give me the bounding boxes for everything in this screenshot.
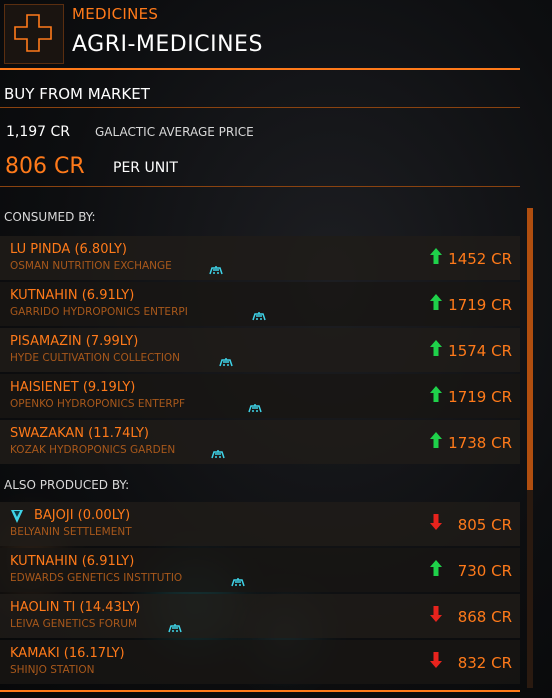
system-name: BAJOJI (0.00LY) <box>34 508 131 523</box>
faction-icon <box>166 618 184 637</box>
system-name: KAMAKI (16.17LY) <box>10 646 125 661</box>
price: 1574 CR <box>448 342 512 360</box>
galactic-average-value: 1,197 CR <box>6 124 71 140</box>
price: 730 CR <box>457 562 512 580</box>
current-system-icon <box>10 508 24 528</box>
system-name: KUTNAHIN (6.91LY) <box>10 288 135 303</box>
commodity-name: AGRI-MEDICINES <box>72 32 263 57</box>
system-row[interactable]: SWAZAKAN (11.74LY) KOZAK HYDROPONICS GARD… <box>0 420 520 464</box>
system-row[interactable]: HAOLIN TI (14.43LY) LEIVA GENETICS FORUM 8… <box>0 594 520 638</box>
medical-cross-icon <box>4 4 64 64</box>
station-name: SHINJO STATION <box>10 664 95 676</box>
galactic-average-label: GALACTIC AVERAGE PRICE <box>95 125 254 139</box>
faction-icon <box>217 352 235 371</box>
system-name: HAOLIN TI (14.43LY) <box>10 600 141 615</box>
system-row[interactable]: KAMAKI (16.17LY) SHINJO STATION 832 CR <box>0 640 520 684</box>
station-name: OSMAN NUTRITION EXCHANGE <box>10 260 172 272</box>
system-name: KUTNAHIN (6.91LY) <box>10 554 135 569</box>
unit-price: 806 CR <box>5 154 85 179</box>
system-row[interactable]: KUTNAHIN (6.91LY) GARRIDO HYDROPONICS ENT… <box>0 282 520 326</box>
station-name: EDWARDS GENETICS INSTITUTIO <box>10 572 183 584</box>
scrollbar-thumb[interactable] <box>527 208 533 490</box>
station-name: KOZAK HYDROPONICS GARDEN <box>10 444 176 456</box>
consumed-by-header: CONSUMED BY: <box>4 210 96 224</box>
divider <box>0 690 520 692</box>
price: 832 CR <box>457 654 512 672</box>
system-name: LU PINDA (6.80LY) <box>10 242 127 257</box>
system-name: PISAMAZIN (7.99LY) <box>10 334 139 349</box>
faction-icon <box>246 398 264 417</box>
station-name: BELYANIN SETTLEMENT <box>10 526 132 538</box>
also-produced-by-header: ALSO PRODUCED BY: <box>4 478 130 492</box>
commodity-category: MEDICINES <box>72 5 159 23</box>
system-row[interactable]: LU PINDA (6.80LY) OSMAN NUTRITION EXCHANG… <box>0 236 520 280</box>
system-name: HAISIENET (9.19LY) <box>10 380 136 395</box>
faction-icon <box>207 260 225 279</box>
station-name: OPENKO HYDROPONICS ENTERPF <box>10 398 186 410</box>
price: 868 CR <box>457 608 512 626</box>
unit-price-label: PER UNIT <box>113 160 178 176</box>
system-row[interactable]: KUTNAHIN (6.91LY) EDWARDS GENETICS INSTIT… <box>0 548 520 592</box>
price: 1738 CR <box>448 434 512 452</box>
commodity-header: MEDICINES AGRI-MEDICINES <box>0 0 520 70</box>
faction-icon <box>250 306 268 325</box>
station-name: LEIVA GENETICS FORUM <box>10 618 138 630</box>
divider <box>0 186 520 187</box>
system-row[interactable]: HAISIENET (9.19LY) OPENKO HYDROPONICS ENT… <box>0 374 520 418</box>
buy-from-market-title: BUY FROM MARKET <box>4 85 150 103</box>
price: 1452 CR <box>448 250 512 268</box>
divider <box>0 107 520 108</box>
station-name: HYDE CULTIVATION COLLECTION <box>10 352 181 364</box>
system-row[interactable]: PISAMAZIN (7.99LY) HYDE CULTIVATION COLLE… <box>0 328 520 372</box>
faction-icon <box>209 444 227 463</box>
price: 1719 CR <box>448 296 512 314</box>
faction-icon <box>229 572 247 591</box>
system-name: SWAZAKAN (11.74LY) <box>10 426 149 441</box>
station-name: GARRIDO HYDROPONICS ENTERPI <box>10 306 188 318</box>
price: 1719 CR <box>448 388 512 406</box>
price: 805 CR <box>457 516 512 534</box>
system-row[interactable]: BAJOJI (0.00LY) BELYANIN SETTLEMENT 805 CR <box>0 502 520 546</box>
